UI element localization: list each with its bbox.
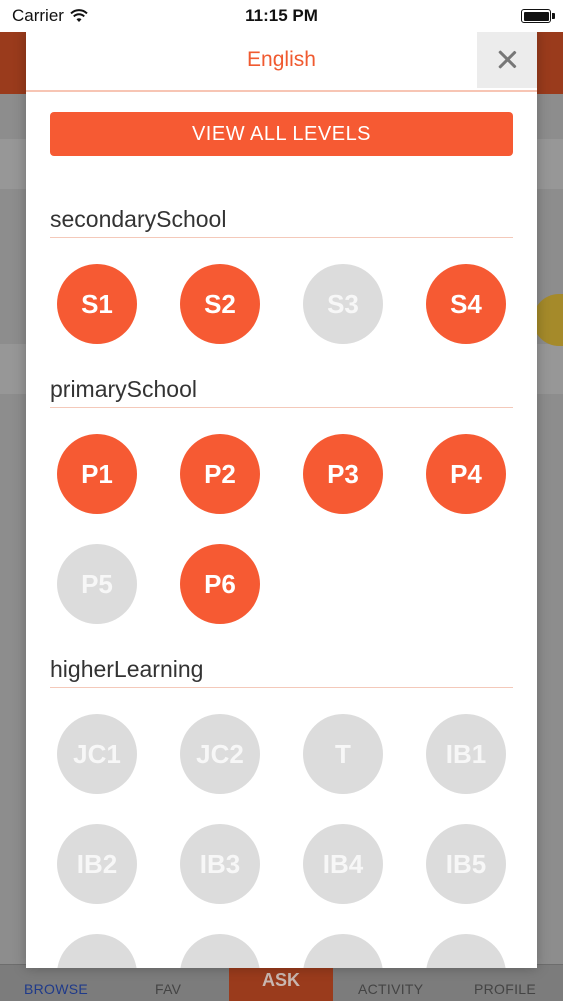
level-button-ib1[interactable]: IB1 — [426, 714, 506, 794]
level-button-ib5[interactable]: IB5 — [426, 824, 506, 904]
status-time: 11:15 PM — [245, 6, 318, 25]
status-bar: Carrier 11:15 PM — [0, 0, 563, 32]
tab-activity[interactable]: ACTIVITY — [358, 981, 423, 997]
level-button-jc1[interactable]: JC1 — [57, 714, 137, 794]
level-button-ib2[interactable]: IB2 — [57, 824, 137, 904]
level-button-p6[interactable]: P6 — [180, 544, 260, 624]
section-title-higher: higherLearning — [50, 656, 513, 688]
level-button-p2[interactable]: P2 — [180, 434, 260, 514]
level-button-ib3[interactable]: IB3 — [180, 824, 260, 904]
level-button-p1[interactable]: P1 — [57, 434, 137, 514]
section-title-primary: primarySchool — [50, 376, 513, 408]
view-all-levels-button[interactable]: VIEW ALL LEVELS — [50, 112, 513, 156]
section-title-secondary: secondarySchool — [50, 206, 513, 238]
level-button-s2[interactable]: S2 — [180, 264, 260, 344]
level-button-jc2[interactable]: JC2 — [180, 714, 260, 794]
battery-icon — [521, 9, 555, 23]
modal-header: English — [26, 30, 537, 92]
level-button-s1[interactable]: S1 — [57, 264, 137, 344]
close-icon — [497, 49, 517, 69]
modal-title: English — [247, 48, 316, 71]
level-button-p3[interactable]: P3 — [303, 434, 383, 514]
level-button-partial[interactable] — [426, 934, 506, 968]
tab-bar: BROWSE FAV ASK ACTIVITY PROFILE — [0, 964, 563, 1001]
level-button-p5[interactable]: P5 — [57, 544, 137, 624]
close-button[interactable] — [477, 30, 537, 88]
level-button-s4[interactable]: S4 — [426, 264, 506, 344]
level-button-partial[interactable] — [57, 934, 137, 968]
level-button-ib4[interactable]: IB4 — [303, 824, 383, 904]
tab-ask[interactable]: ASK — [229, 965, 333, 1001]
tab-profile[interactable]: PROFILE — [474, 981, 536, 997]
level-button-t[interactable]: T — [303, 714, 383, 794]
tab-fav[interactable]: FAV — [155, 981, 181, 997]
level-picker-modal: English VIEW ALL LEVELS secondarySchool … — [26, 30, 537, 968]
content-badge — [533, 294, 563, 346]
tab-browse[interactable]: BROWSE — [24, 981, 88, 997]
level-button-s3[interactable]: S3 — [303, 264, 383, 344]
level-button-partial[interactable] — [303, 934, 383, 968]
level-button-p4[interactable]: P4 — [426, 434, 506, 514]
battery-fill — [523, 11, 549, 21]
level-button-partial[interactable] — [180, 934, 260, 968]
